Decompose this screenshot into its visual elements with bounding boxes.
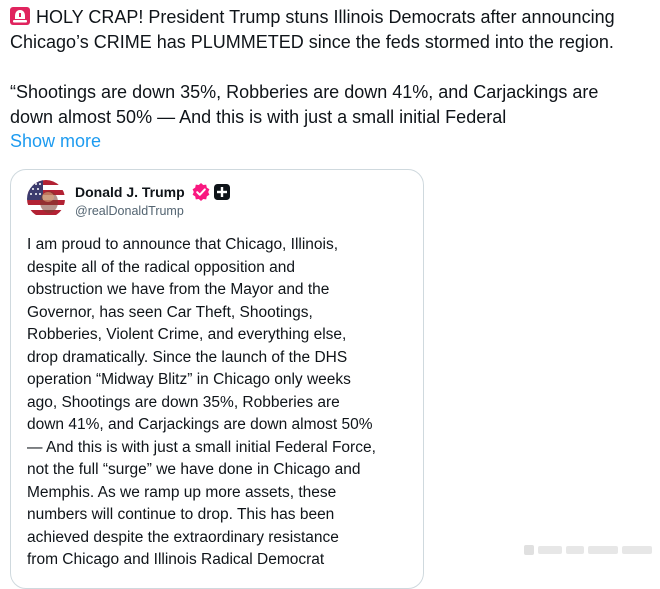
quote-line: numbers will continue to drop. This has … <box>27 506 335 523</box>
quote-line: I am proud to announce that Chicago, Ill… <box>27 236 339 253</box>
quote-line: drop dramatically. Since the launch of t… <box>27 348 348 366</box>
quoted-post-card[interactable]: Donald J. Trump @realDonaldTrump I am pr… <box>10 169 424 589</box>
quote-line: operation “Midway Blitz” in Chicago only… <box>27 371 351 388</box>
police-siren-icon <box>10 7 30 25</box>
flag-avatar-image <box>27 180 65 218</box>
quote-line: — And this is with just a small initial … <box>27 438 376 456</box>
quote-line: achieved despite the extraordinary resis… <box>27 528 339 546</box>
tweet-text: HOLY CRAP! President Trump stuns Illinoi… <box>10 5 658 130</box>
quoted-post-text: I am proud to announce that Chicago, Ill… <box>27 234 419 572</box>
quote-line: Robberies, Violent Crime, and everything… <box>27 326 347 343</box>
quote-line: ago, Shootings are down 35%, Robberies a… <box>27 393 340 411</box>
tweet-line-1-text: HOLY CRAP! President Trump stuns Illinoi… <box>36 7 615 27</box>
quote-line: not the full “surge” we have done in Chi… <box>27 461 361 478</box>
tweet-line-3: “Shootings are down 35%, Robberies are d… <box>10 82 599 102</box>
watermark-icon <box>524 545 652 555</box>
tweet-line-4: down almost 50% — And this is with just … <box>10 107 507 127</box>
verified-badge-icon <box>192 183 210 201</box>
quote-line: down 41%, and Carjackings are down almos… <box>27 416 373 433</box>
author-handle[interactable]: @realDonaldTrump <box>75 203 184 219</box>
tweet-line-1: HOLY CRAP! President Trump stuns Illinoi… <box>10 5 658 30</box>
author-name[interactable]: Donald J. Trump <box>75 183 185 201</box>
truth-social-icon[interactable] <box>214 184 230 200</box>
quote-line: despite all of the radical opposition an… <box>27 258 295 276</box>
quote-line: obstruction we have from the Mayor and t… <box>27 281 330 298</box>
tweet-line-2: Chicago’s CRIME has PLUMMETED since the … <box>10 32 614 52</box>
quote-line: Governor, has seen Car Theft, Shootings, <box>27 303 313 321</box>
show-more-link[interactable]: Show more <box>10 129 101 154</box>
quote-line: from Chicago and Illinois Radical Democr… <box>27 551 325 568</box>
avatar[interactable] <box>27 180 65 218</box>
quote-line: Memphis. As we ramp up more assets, thes… <box>27 483 337 501</box>
